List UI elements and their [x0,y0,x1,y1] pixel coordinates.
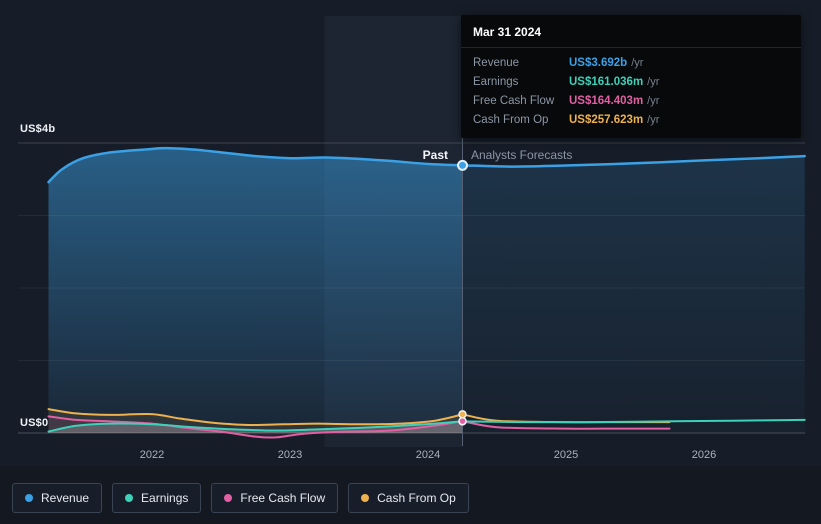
chart-legend: Revenue Earnings Free Cash Flow Cash Fro… [12,483,469,513]
earnings-revenue-growth-panel: US$4b US$0 Past Analysts Forecasts 2022 2… [0,0,821,524]
legend-item-earnings[interactable]: Earnings [112,483,202,513]
free-cash-flow-hover-marker [458,416,467,426]
tooltip-fcf-value: US$164.403m [569,95,644,107]
legend-item-free-cash-flow[interactable]: Free Cash Flow [211,483,339,513]
legend-label-free-cash-flow: Free Cash Flow [240,491,326,505]
tooltip-revenue-label: Revenue [473,57,520,69]
tooltip-fcf-label: Free Cash Flow [473,95,555,107]
cash-from-op-hover-marker [458,410,467,419]
tooltip-row-free-cash-flow: Free Cash Flow US$164.403m /yr [461,92,801,111]
tooltip-earnings-value: US$161.036m [569,76,644,88]
tooltip-date: Mar 31 2024 [461,20,801,48]
revenue-area-forecast [462,156,805,433]
earnings-series-dot-icon [125,494,134,502]
legend-bar: Revenue Earnings Free Cash Flow Cash Fro… [0,466,821,524]
tooltip-cashop-label: Cash From Op [473,114,549,126]
tooltip-revenue-unit: /yr [631,57,644,69]
legend-label-earnings: Earnings [141,491,189,505]
tooltip-row-revenue: Revenue US$3.692b /yr [461,54,801,73]
tooltip-fcf-unit: /yr [647,95,660,107]
tooltip-cashop-value: US$257.623m [569,114,644,126]
tooltip-row-cash-from-op: Cash From Op US$257.623m /yr [461,111,801,130]
chart-tooltip: Mar 31 2024 Revenue US$3.692b /yr Earnin… [461,15,801,138]
tooltip-earnings-unit: /yr [647,76,660,88]
y-axis-top-label: US$4b [20,123,56,135]
legend-label-revenue: Revenue [41,491,90,505]
tooltip-row-earnings: Earnings US$161.036m /yr [461,73,801,92]
y-axis-zero-label: US$0 [20,417,49,429]
legend-item-revenue[interactable]: Revenue [12,483,103,513]
free-cash-flow-series-dot-icon [224,494,233,502]
legend-item-cash-from-op[interactable]: Cash From Op [348,483,469,513]
cash-from-op-series-dot-icon [361,494,370,502]
revenue-series-dot-icon [25,494,33,502]
legend-label-cash-from-op: Cash From Op [377,491,456,505]
tooltip-cashop-unit: /yr [647,114,660,126]
tooltip-revenue-value: US$3.692b [569,57,628,69]
tooltip-earnings-label: Earnings [473,76,519,88]
revenue-area-past [48,148,463,433]
revenue-hover-marker [457,159,468,171]
